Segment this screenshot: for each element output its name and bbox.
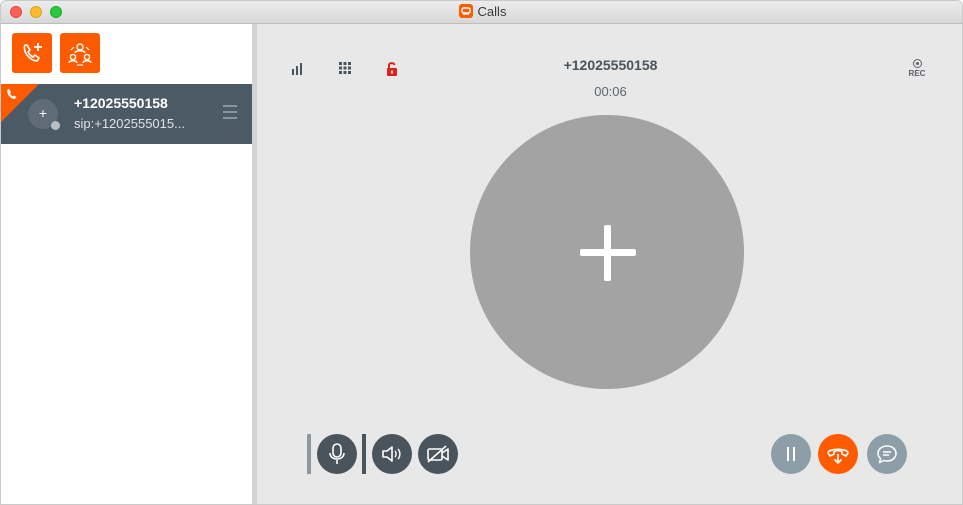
new-call-button[interactable] [12, 33, 52, 73]
conference-icon [68, 43, 92, 66]
record-label: REC [908, 69, 926, 78]
speaker-volume-slider[interactable] [362, 434, 366, 474]
add-participant-button[interactable] [470, 115, 744, 389]
remote-party-number: +12025550158 [563, 57, 658, 73]
chat-button[interactable] [867, 434, 907, 474]
call-timer: 00:06 [594, 84, 627, 99]
conference-button[interactable] [60, 33, 100, 73]
title-bar: Calls [1, 1, 962, 24]
speaker-button[interactable] [372, 434, 412, 474]
chat-icon [877, 445, 897, 464]
hold-button[interactable] [771, 434, 811, 474]
record-button[interactable]: REC [905, 59, 929, 78]
plus-icon-vertical [604, 225, 611, 281]
window-title: Calls [477, 4, 507, 19]
video-off-icon [427, 445, 449, 463]
call-menu-icon[interactable] [223, 105, 237, 119]
app-logo-icon [458, 4, 473, 18]
video-toggle-button[interactable] [418, 434, 458, 474]
call-panel: +12025550158 00:06 REC [257, 24, 962, 504]
sidebar-toolbar [1, 24, 252, 84]
pause-icon [787, 447, 795, 461]
record-icon [912, 59, 922, 68]
phone-icon [7, 89, 17, 99]
sidebar: + +12025550158 sip:+1202555015... [1, 24, 252, 504]
app-window: Calls + +12025550158 sip:+1202555015... … [0, 0, 963, 505]
status-indicator [51, 121, 60, 130]
speaker-icon [382, 446, 401, 462]
mute-microphone-button[interactable] [317, 434, 357, 474]
call-number: +12025550158 [74, 95, 168, 111]
call-list-item[interactable]: + +12025550158 sip:+1202555015... [1, 84, 252, 144]
call-sip-address: sip:+1202555015... [74, 116, 185, 131]
hangup-transfer-icon [827, 448, 849, 465]
phone-plus-icon [23, 43, 42, 62]
mic-volume-slider[interactable] [307, 434, 311, 474]
hangup-button[interactable] [818, 434, 858, 474]
window-title-group: Calls [1, 4, 962, 20]
microphone-icon [329, 443, 345, 464]
